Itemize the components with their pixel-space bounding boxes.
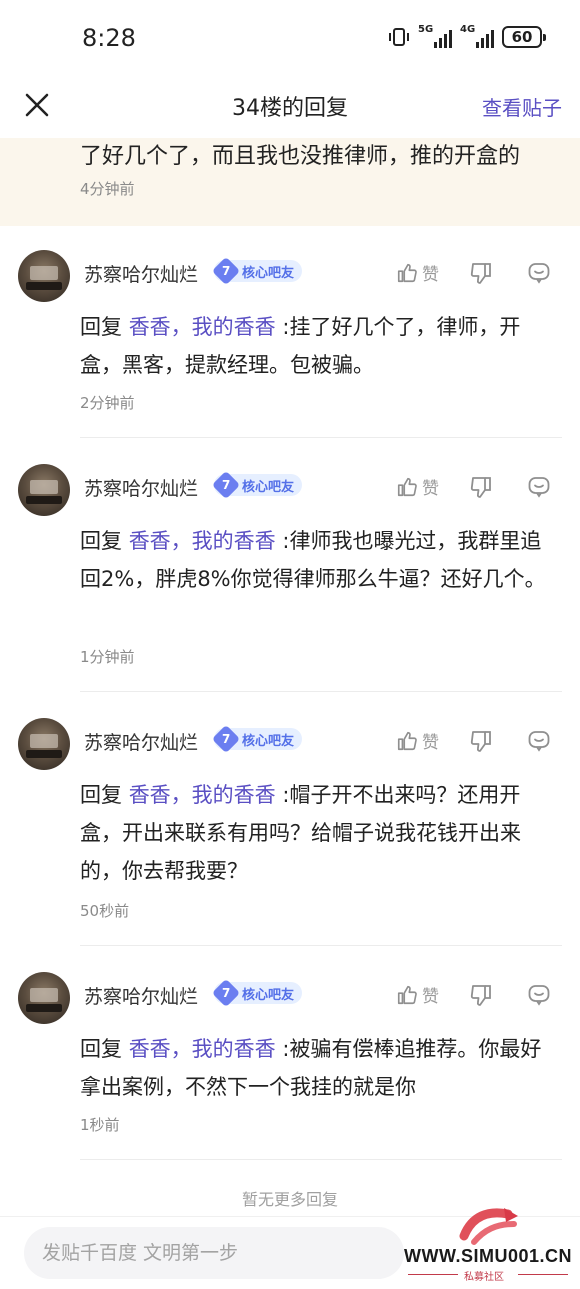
member-badge: 7 核心吧友 bbox=[211, 724, 303, 754]
badge-label: 核心吧友 bbox=[242, 479, 295, 495]
thumbs-up-icon bbox=[397, 731, 417, 750]
watermark-logo-icon bbox=[459, 1208, 518, 1245]
username[interactable]: 苏察哈尔灿烂 bbox=[84, 260, 198, 287]
thumbs-down-icon[interactable] bbox=[469, 475, 493, 499]
watermark-rule-left bbox=[408, 1274, 458, 1275]
like-button[interactable]: 赞 bbox=[396, 728, 439, 753]
level-diamond-icon: 7 bbox=[211, 724, 241, 754]
comment-icon[interactable] bbox=[527, 983, 551, 1007]
view-post-link[interactable]: 查看贴子 bbox=[482, 92, 562, 121]
reply-actions: 赞 bbox=[396, 260, 551, 285]
badge-label: 核心吧友 bbox=[242, 265, 295, 281]
username[interactable]: 苏察哈尔灿烂 bbox=[84, 728, 198, 755]
reply-content: 回复 香香，我的香香 :被骗有偿棒追推荐。你最好拿出案例，不然下一个我挂的就是你 bbox=[80, 1030, 560, 1106]
reply-item: 苏察哈尔灿烂 7 核心吧友 赞 回复 香香，我的香香 :被骗有偿棒追推荐。你最好… bbox=[0, 948, 580, 1160]
status-icons: 5G 4G 60 bbox=[388, 24, 546, 48]
reply-time: 1秒前 bbox=[80, 1116, 120, 1134]
avatar[interactable] bbox=[18, 250, 70, 302]
like-label: 赞 bbox=[422, 733, 439, 753]
like-label: 赞 bbox=[422, 987, 439, 1007]
reply-prefix: 回复 bbox=[80, 315, 129, 339]
battery-icon: 60 bbox=[502, 26, 546, 48]
username[interactable]: 苏察哈尔灿烂 bbox=[84, 474, 198, 501]
reply-item: 苏察哈尔灿烂 7 核心吧友 赞 回复 香香，我的香香 :律师我也曝光过，我群里追… bbox=[0, 440, 580, 692]
comment-icon[interactable] bbox=[527, 261, 551, 285]
divider bbox=[80, 945, 562, 946]
origin-post: 了好几个了，而且我也没推律师，推的开盒的 4分钟前 bbox=[0, 138, 580, 226]
like-label: 赞 bbox=[422, 479, 439, 499]
like-label: 赞 bbox=[422, 265, 439, 285]
watermark-url: WWW.SIMU001.CN bbox=[404, 1246, 573, 1266]
reply-time: 50秒前 bbox=[80, 902, 130, 920]
signal-5g-icon: 5G bbox=[418, 24, 452, 48]
like-button[interactable]: 赞 bbox=[396, 982, 439, 1007]
like-button[interactable]: 赞 bbox=[396, 260, 439, 285]
username[interactable]: 苏察哈尔灿烂 bbox=[84, 982, 198, 1009]
like-button[interactable]: 赞 bbox=[396, 474, 439, 499]
level-diamond-icon: 7 bbox=[211, 256, 241, 286]
network-4g-label: 4G bbox=[460, 24, 476, 35]
divider bbox=[80, 437, 562, 438]
origin-time: 4分钟前 bbox=[80, 180, 135, 198]
reply-prefix: 回复 bbox=[80, 1037, 129, 1061]
level-diamond-icon: 7 bbox=[211, 470, 241, 500]
header: 34楼的回复 查看贴子 bbox=[0, 80, 580, 132]
member-badge: 7 核心吧友 bbox=[211, 978, 303, 1008]
reply-target-link[interactable]: 香香，我的香香 bbox=[129, 315, 276, 339]
level-number: 7 bbox=[221, 477, 231, 492]
origin-text: 了好几个了，而且我也没推律师，推的开盒的 bbox=[80, 144, 521, 169]
reply-target-link[interactable]: 香香，我的香香 bbox=[129, 1037, 276, 1061]
avatar[interactable] bbox=[18, 464, 70, 516]
thumbs-up-icon bbox=[397, 263, 417, 282]
level-diamond-icon: 7 bbox=[211, 978, 241, 1008]
network-5g-label: 5G bbox=[418, 24, 434, 35]
signal-4g-icon: 4G bbox=[460, 24, 494, 48]
thumbs-down-icon[interactable] bbox=[469, 729, 493, 753]
divider bbox=[80, 1159, 562, 1160]
thumbs-down-icon[interactable] bbox=[469, 261, 493, 285]
reply-time: 1分钟前 bbox=[80, 648, 135, 666]
watermark-subtitle: 私募社区 bbox=[464, 1272, 504, 1283]
level-number: 7 bbox=[221, 731, 231, 746]
reply-content: 回复 香香，我的香香 :帽子开不出来吗？还用开盒，开出来联系有用吗？给帽子说我花… bbox=[80, 776, 560, 890]
reply-content: 回复 香香，我的香香 :律师我也曝光过，我群里追回2%，胖虎8%你觉得律师那么牛… bbox=[80, 522, 560, 598]
thumbs-down-icon[interactable] bbox=[469, 983, 493, 1007]
divider bbox=[80, 691, 562, 692]
reply-item: 苏察哈尔灿烂 7 核心吧友 赞 回复 香香，我的香香 :帽子开不出来吗？还用开盒… bbox=[0, 694, 580, 946]
post-input[interactable] bbox=[24, 1227, 404, 1279]
avatar[interactable] bbox=[18, 718, 70, 770]
site-watermark: WWW.SIMU001.CN 私募社区 bbox=[400, 1206, 580, 1286]
battery-level: 60 bbox=[511, 28, 533, 46]
comment-icon[interactable] bbox=[527, 729, 551, 753]
level-number: 7 bbox=[221, 263, 231, 278]
reply-item: 苏察哈尔灿烂 7 核心吧友 赞 回复 香香，我的香香 :挂了好几个了，律师，开盒… bbox=[0, 226, 580, 438]
reply-prefix: 回复 bbox=[80, 783, 129, 807]
status-time: 8:28 bbox=[82, 24, 136, 52]
reply-actions: 赞 bbox=[396, 474, 551, 499]
level-number: 7 bbox=[221, 985, 231, 1000]
member-badge: 7 核心吧友 bbox=[211, 470, 303, 500]
reply-target-link[interactable]: 香香，我的香香 bbox=[129, 783, 276, 807]
avatar[interactable] bbox=[18, 972, 70, 1024]
watermark-rule-right bbox=[518, 1274, 568, 1275]
vibrate-icon bbox=[389, 28, 409, 46]
comment-icon[interactable] bbox=[527, 475, 551, 499]
reply-prefix: 回复 bbox=[80, 529, 129, 553]
badge-label: 核心吧友 bbox=[242, 987, 295, 1003]
member-badge: 7 核心吧友 bbox=[211, 256, 303, 286]
badge-label: 核心吧友 bbox=[242, 733, 295, 749]
reply-actions: 赞 bbox=[396, 982, 551, 1007]
reply-content: 回复 香香，我的香香 :挂了好几个了，律师，开盒，黑客，提款经理。包被骗。 bbox=[80, 308, 560, 384]
reply-target-link[interactable]: 香香，我的香香 bbox=[129, 529, 276, 553]
thumbs-up-icon bbox=[397, 985, 417, 1004]
reply-actions: 赞 bbox=[396, 728, 551, 753]
status-bar: 8:28 5G 4G 60 bbox=[0, 0, 580, 80]
thumbs-up-icon bbox=[397, 477, 417, 496]
reply-time: 2分钟前 bbox=[80, 394, 135, 412]
